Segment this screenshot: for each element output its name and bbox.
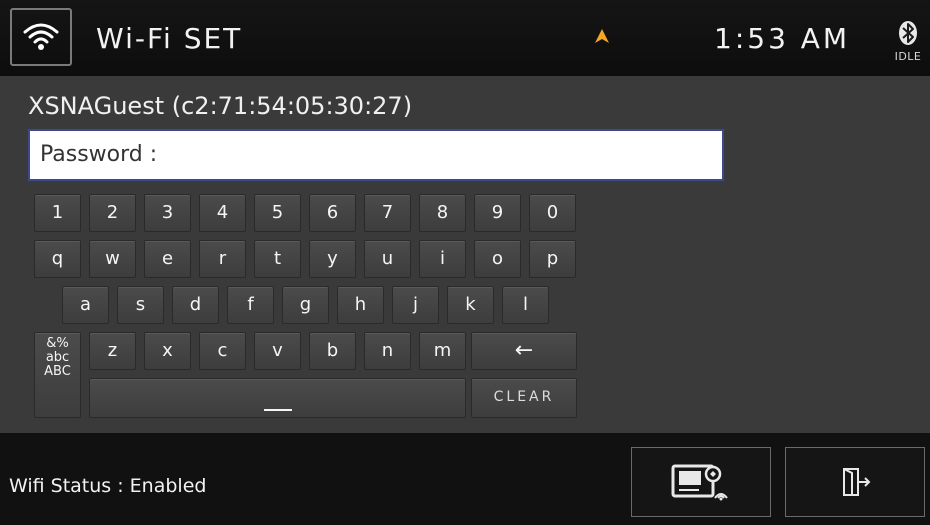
navigation-arrow-icon <box>594 28 610 48</box>
wifi-device-button[interactable] <box>631 447 771 517</box>
space-bar-icon <box>263 409 292 411</box>
key-y[interactable]: y <box>309 240 356 278</box>
top-bar: Wi-Fi SET 1:53 AM IDLE <box>0 0 930 76</box>
page-title: Wi-Fi SET <box>96 22 243 55</box>
wifi-device-icon <box>671 464 728 501</box>
mode-key-symbols: &% <box>46 336 69 351</box>
bluetooth-status[interactable]: IDLE <box>893 20 923 63</box>
key-a[interactable]: a <box>62 286 109 324</box>
wifi-status: Wifi Status : Enabled <box>9 475 207 497</box>
key-e[interactable]: e <box>144 240 191 278</box>
bluetooth-icon <box>899 21 917 45</box>
key-h[interactable]: h <box>337 286 384 324</box>
bottom-bar: Wifi Status : Enabled <box>0 433 930 525</box>
key-s[interactable]: s <box>117 286 164 324</box>
space-key[interactable] <box>89 378 466 418</box>
key-k[interactable]: k <box>447 286 494 324</box>
key-6[interactable]: 6 <box>309 194 356 232</box>
key-2[interactable]: 2 <box>89 194 136 232</box>
clock: 1:53 AM <box>714 22 851 55</box>
symbol-mode-key[interactable]: &% abc ABC <box>34 332 81 418</box>
key-1[interactable]: 1 <box>34 194 81 232</box>
key-z[interactable]: z <box>89 332 136 370</box>
key-d[interactable]: d <box>172 286 219 324</box>
wifi-icon <box>23 23 59 50</box>
key-q[interactable]: q <box>34 240 81 278</box>
main-panel: XSNAGuest (c2:71:54:05:30:27) Password :… <box>0 76 930 433</box>
key-o[interactable]: o <box>474 240 521 278</box>
key-p[interactable]: p <box>529 240 576 278</box>
key-3[interactable]: 3 <box>144 194 191 232</box>
key-c[interactable]: c <box>199 332 246 370</box>
key-n[interactable]: n <box>364 332 411 370</box>
key-m[interactable]: m <box>419 332 466 370</box>
bluetooth-idle-label: IDLE <box>894 50 922 63</box>
key-5[interactable]: 5 <box>254 194 301 232</box>
key-9[interactable]: 9 <box>474 194 521 232</box>
mode-key-lower: abc <box>45 350 70 365</box>
key-f[interactable]: f <box>227 286 274 324</box>
key-g[interactable]: g <box>282 286 329 324</box>
password-input[interactable]: Password : <box>28 129 724 181</box>
key-b[interactable]: b <box>309 332 356 370</box>
mode-key-upper: ABC <box>44 364 71 379</box>
password-label: Password : <box>40 142 158 167</box>
key-j[interactable]: j <box>392 286 439 324</box>
key-x[interactable]: x <box>144 332 191 370</box>
key-t[interactable]: t <box>254 240 301 278</box>
key-u[interactable]: u <box>364 240 411 278</box>
key-w[interactable]: w <box>89 240 136 278</box>
key-4[interactable]: 4 <box>199 194 246 232</box>
key-v[interactable]: v <box>254 332 301 370</box>
key-l[interactable]: l <box>502 286 549 324</box>
key-i[interactable]: i <box>419 240 466 278</box>
key-r[interactable]: r <box>199 240 246 278</box>
key-0[interactable]: 0 <box>529 194 576 232</box>
exit-icon <box>843 468 871 496</box>
key-7[interactable]: 7 <box>364 194 411 232</box>
exit-button[interactable] <box>785 447 925 517</box>
network-name: XSNAGuest (c2:71:54:05:30:27) <box>28 92 413 120</box>
clear-key[interactable]: CLEAR <box>471 378 577 418</box>
backspace-key[interactable]: ← <box>471 332 577 370</box>
key-8[interactable]: 8 <box>419 194 466 232</box>
wifi-button[interactable] <box>10 8 72 66</box>
